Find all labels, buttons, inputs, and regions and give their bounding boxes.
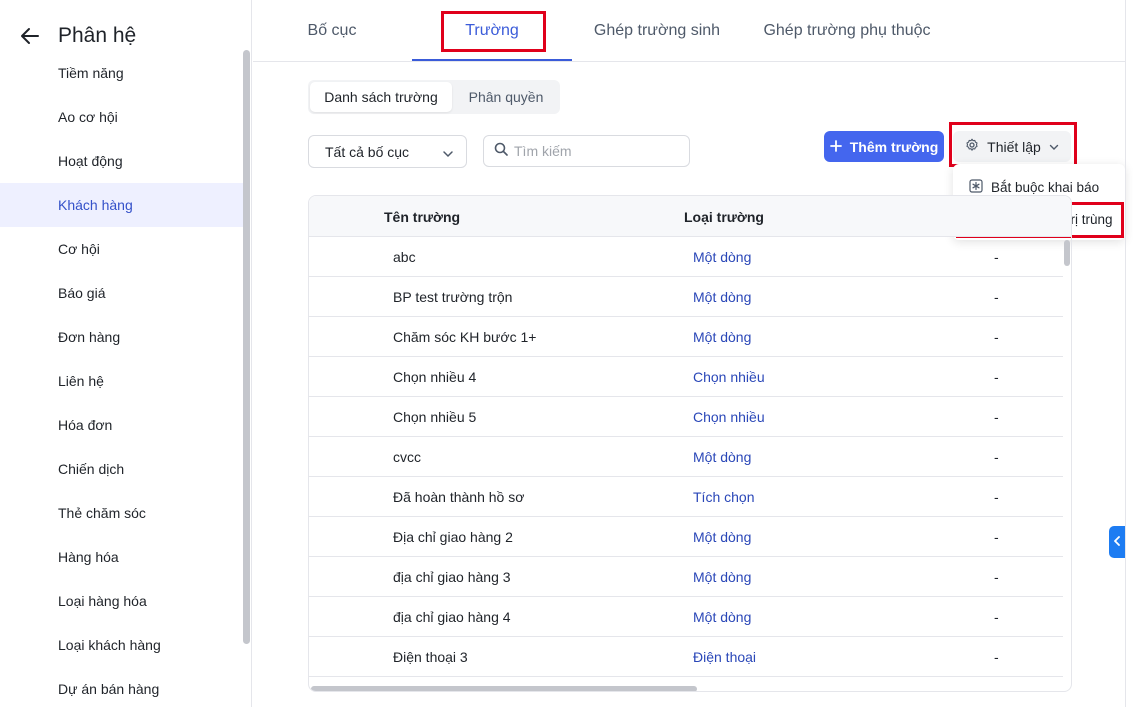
sidebar: Phân hệ Tiềm năng Ao cơ hội Hoạt động Khách…	[0, 0, 252, 707]
cell-field-type: Một dòng	[693, 569, 752, 585]
search-input[interactable]	[514, 143, 674, 159]
tab-merge-fields[interactable]: Ghép trường sinh	[583, 0, 731, 62]
cell-field-type: Một dòng	[693, 529, 752, 545]
subtabs: Danh sách trường Phân quyền	[308, 80, 560, 114]
sidebar-item[interactable]: Thẻ chăm sóc	[0, 491, 243, 535]
table-vertical-scrollbar[interactable]	[1064, 240, 1070, 266]
column-header-name: Tên trường	[384, 208, 461, 225]
cell-empty-value: -	[994, 289, 999, 305]
cell-empty-value: -	[994, 249, 999, 265]
cell-field-name: BP test trường trộn	[393, 289, 513, 305]
cell-field-type: Một dòng	[693, 249, 752, 265]
cell-field-type: Tích chọn	[693, 489, 755, 505]
active-tab-indicator	[412, 59, 572, 61]
cell-empty-value: -	[994, 609, 999, 625]
layout-select-value: Tất cả bố cục	[325, 143, 410, 160]
sidebar-item[interactable]: Cơ hội	[0, 227, 243, 271]
sidebar-item[interactable]: Đơn hàng	[0, 315, 243, 359]
layout-select[interactable]: Tất cả bố cục	[308, 135, 467, 168]
sidebar-item[interactable]: Hoạt động	[0, 139, 243, 183]
cell-field-name: cvcc	[393, 449, 421, 465]
sidebar-item[interactable]: Hóa đơn	[0, 403, 243, 447]
table-row[interactable]: Chăm sóc KH bước 1+ Một dòng -	[309, 317, 1063, 357]
column-header-type: Loại trường	[684, 208, 764, 225]
cell-empty-value: -	[994, 449, 999, 465]
cell-field-name: Điện thoại 3	[393, 649, 468, 665]
sidebar-header: Phân hệ	[18, 24, 136, 48]
table-row[interactable]: Địa chỉ giao hàng 2 Một dòng -	[309, 517, 1063, 557]
search-box[interactable]	[483, 135, 690, 167]
cell-field-name: địa chỉ giao hàng 4	[393, 609, 511, 625]
table-row[interactable]: Chọn nhiều 4 Chọn nhiều -	[309, 357, 1063, 397]
cell-empty-value: -	[994, 529, 999, 545]
cell-empty-value: -	[994, 649, 999, 665]
setup-label: Thiết lập	[987, 138, 1041, 155]
tab-layout[interactable]: Bố cục	[281, 0, 383, 62]
cell-field-name: Chăm sóc KH bước 1+	[393, 329, 537, 345]
table-row[interactable]: Đã hoàn thành hồ sơ Tích chọn -	[309, 477, 1063, 517]
panel-divider	[1125, 0, 1126, 707]
cell-field-name: Chọn nhiều 4	[393, 369, 477, 385]
menu-item-label: Bắt buộc khai báo	[991, 179, 1100, 195]
cell-field-type: Một dòng	[693, 609, 752, 625]
cell-field-type: Điện thoại	[693, 649, 757, 665]
cell-empty-value: -	[994, 409, 999, 425]
cell-field-name: Địa chỉ giao hàng 2	[393, 529, 513, 545]
cell-empty-value: -	[994, 489, 999, 505]
add-field-label: Thêm trường	[849, 138, 939, 155]
sidebar-item[interactable]: Tiềm năng	[0, 51, 243, 95]
cell-empty-value: -	[994, 369, 999, 385]
cell-field-type: Một dòng	[693, 449, 752, 465]
fields-table: Tên trường Loại trường abc Một dòng - BP te…	[308, 195, 1072, 692]
chevron-down-icon	[1049, 139, 1059, 155]
cell-field-type: Chọn nhiều	[693, 369, 765, 385]
table-header: Tên trường Loại trường	[309, 196, 1071, 237]
arrow-left-icon[interactable]	[18, 24, 42, 48]
setup-button[interactable]: Thiết lập	[953, 131, 1071, 162]
sidebar-item[interactable]: Loại hàng hóa	[0, 579, 243, 623]
sidebar-item[interactable]: Hàng hóa	[0, 535, 243, 579]
table-row[interactable]: Chọn nhiều 5 Chọn nhiều -	[309, 397, 1063, 437]
tab-fields[interactable]: Trường	[412, 0, 572, 62]
table-row[interactable]: Điện thoại 3 Điện thoại -	[309, 637, 1063, 677]
cell-field-type: Một dòng	[693, 329, 752, 345]
search-icon	[494, 142, 508, 161]
sidebar-title: Phân hệ	[58, 24, 137, 47]
table-row[interactable]: abc Một dòng -	[309, 237, 1063, 277]
subtab-permissions[interactable]: Phân quyền	[454, 82, 558, 112]
cell-field-type: Một dòng	[693, 289, 752, 305]
cell-field-name: Chọn nhiều 5	[393, 409, 477, 425]
sidebar-item[interactable]: Chiến dịch	[0, 447, 243, 491]
tab-dependent-fields[interactable]: Ghép trường phụ thuộc	[753, 0, 941, 62]
table-row[interactable]: địa chỉ giao hàng 4 Một dòng -	[309, 597, 1063, 637]
main-tabs: Bố cục Trường Ghép trường sinh Ghép trườ…	[253, 0, 1125, 62]
table-row[interactable]: cvcc Một dòng -	[309, 437, 1063, 477]
cell-field-name: địa chỉ giao hàng 3	[393, 569, 511, 585]
plus-icon	[829, 139, 842, 155]
sidebar-scrollbar[interactable]	[243, 50, 250, 644]
gear-icon	[965, 138, 979, 155]
sidebar-item[interactable]: Loại khách hàng	[0, 623, 243, 667]
cell-empty-value: -	[994, 329, 999, 345]
asterisk-box-icon	[969, 178, 983, 196]
table-row[interactable]: BP test trường trộn Một dòng -	[309, 277, 1063, 317]
sidebar-item[interactable]: Dự án bán hàng	[0, 667, 243, 707]
cell-field-type: Chọn nhiều	[693, 409, 765, 425]
chevron-left-icon	[1113, 533, 1121, 551]
subtab-field-list[interactable]: Danh sách trường	[310, 82, 452, 112]
add-field-button[interactable]: Thêm trường	[824, 131, 944, 162]
sidebar-item[interactable]: Ao cơ hội	[0, 95, 243, 139]
table-row[interactable]: địa chỉ giao hàng 3 Một dòng -	[309, 557, 1063, 597]
cell-empty-value: -	[994, 569, 999, 585]
sidebar-item[interactable]: Liên hệ	[0, 359, 243, 403]
sidebar-item[interactable]: Khách hàng	[0, 183, 243, 227]
cell-field-name: abc	[393, 249, 416, 265]
table-horizontal-scrollbar[interactable]	[311, 686, 697, 691]
chevron-down-icon	[442, 147, 454, 163]
panel-toggle-button[interactable]	[1109, 526, 1125, 558]
sidebar-item[interactable]: Báo giá	[0, 271, 243, 315]
cell-field-name: Đã hoàn thành hồ sơ	[393, 489, 525, 505]
